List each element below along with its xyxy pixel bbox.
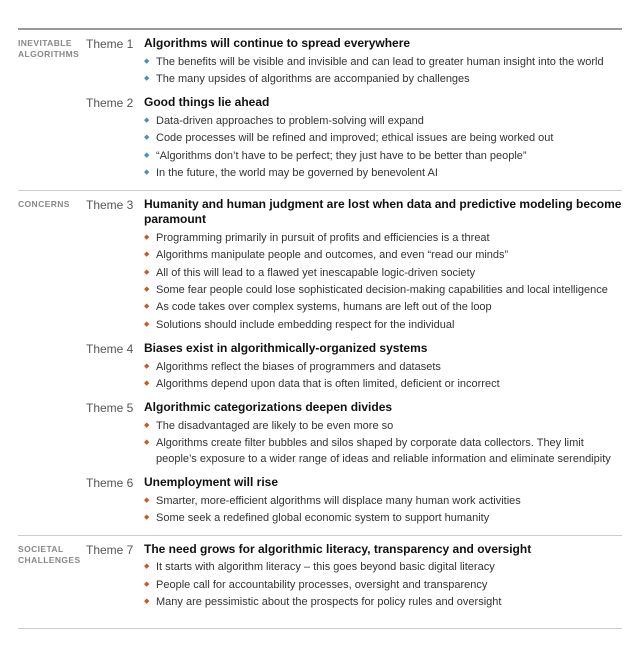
section-label: CONCERNS [18,197,86,529]
bullet-list: ◆It starts with algorithm literacy – thi… [144,560,622,610]
theme-row: Theme 6Unemployment will rise ◆Smarter, m… [86,469,622,528]
list-item: ◆Smarter, more-efficient algorithms will… [144,494,622,509]
bullet-icon: ◆ [144,513,149,523]
list-item: ◆Code processes will be refined and impr… [144,131,622,146]
theme-row: Theme 4Biases exist in algorithmically-o… [86,335,622,394]
theme-title: Good things lie ahead [144,95,622,111]
theme-label: Theme 2 [86,95,144,183]
bullet-icon: ◆ [144,57,149,67]
theme-row: Theme 2Good things lie ahead ◆Data-driven… [86,89,622,183]
bullet-icon: ◆ [144,151,149,161]
bullet-icon: ◆ [144,597,149,607]
bullet-icon: ◆ [144,133,149,143]
section-group: INEVITABLE ALGORITHMSTheme 1Algorithms w… [18,30,622,191]
theme-title: Unemployment will rise [144,475,622,491]
theme-content: Good things lie ahead ◆Data-driven approa… [144,95,622,183]
list-item: ◆Solutions should include embedding resp… [144,318,622,333]
section-themes: Theme 7The need grows for algorithmic li… [86,542,622,613]
bullet-icon: ◆ [144,379,149,389]
list-item: ◆As code takes over complex systems, hum… [144,300,622,315]
theme-content: The need grows for algorithmic literacy,… [144,542,622,613]
list-item: ◆Algorithms create filter bubbles and si… [144,436,622,467]
list-item: ◆Data-driven approaches to problem-solvi… [144,114,622,129]
wrapper: INEVITABLE ALGORITHMSTheme 1Algorithms w… [18,28,622,618]
bullet-icon: ◆ [144,496,149,506]
list-item: ◆It starts with algorithm literacy – thi… [144,560,622,575]
bullet-icon: ◆ [144,580,149,590]
section-themes: Theme 1Algorithms will continue to sprea… [86,36,622,184]
list-item: ◆All of this will lead to a flawed yet i… [144,266,622,281]
list-item: ◆Programming primarily in pursuit of pro… [144,231,622,246]
bullet-icon: ◆ [144,562,149,572]
bullet-icon: ◆ [144,302,149,312]
bullet-icon: ◆ [144,438,149,448]
theme-title: Algorithms will continue to spread every… [144,36,622,52]
theme-label: Theme 1 [86,36,144,89]
theme-title: Algorithmic categorizations deepen divid… [144,400,622,416]
list-item: ◆Some seek a redefined global economic s… [144,511,622,526]
theme-row: Theme 5Algorithmic categorizations deepe… [86,394,622,469]
bullet-icon: ◆ [144,74,149,84]
bullet-icon: ◆ [144,285,149,295]
bullet-icon: ◆ [144,250,149,260]
bullet-icon: ◆ [144,168,149,178]
theme-row: Theme 3Humanity and human judgment are l… [86,197,622,336]
list-item: ◆“Algorithms don’t have to be perfect; t… [144,149,622,164]
theme-title: Biases exist in algorithmically-organize… [144,341,622,357]
theme-title: Humanity and human judgment are lost whe… [144,197,622,228]
list-item: ◆Algorithms manipulate people and outcom… [144,248,622,263]
bullet-list: ◆Programming primarily in pursuit of pro… [144,231,622,333]
theme-content: Algorithmic categorizations deepen divid… [144,400,622,469]
bullet-list: ◆The benefits will be visible and invisi… [144,55,622,88]
bullet-icon: ◆ [144,421,149,431]
theme-label: Theme 3 [86,197,144,336]
section-themes: Theme 3Humanity and human judgment are l… [86,197,622,529]
bullet-icon: ◆ [144,268,149,278]
list-item: ◆Some fear people could lose sophisticat… [144,283,622,298]
page-container: INEVITABLE ALGORITHMSTheme 1Algorithms w… [0,0,640,647]
list-item: ◆Algorithms reflect the biases of progra… [144,360,622,375]
theme-content: Unemployment will rise ◆Smarter, more-eff… [144,475,622,528]
list-item: ◆The many upsides of algorithms are acco… [144,72,622,87]
list-item: ◆In the future, the world may be governe… [144,166,622,181]
footer-label [18,628,622,635]
theme-label: Theme 4 [86,341,144,394]
theme-title: The need grows for algorithmic literacy,… [144,542,622,558]
theme-content: Biases exist in algorithmically-organize… [144,341,622,394]
bullet-list: ◆The disadvantaged are likely to be even… [144,419,622,467]
theme-label: Theme 6 [86,475,144,528]
bullet-list: ◆Algorithms reflect the biases of progra… [144,360,622,393]
theme-label: Theme 7 [86,542,144,613]
theme-row: Theme 1Algorithms will continue to sprea… [86,36,622,89]
list-item: ◆Many are pessimistic about the prospect… [144,595,622,610]
section-group: CONCERNSTheme 3Humanity and human judgme… [18,191,622,536]
theme-content: Algorithms will continue to spread every… [144,36,622,89]
theme-content: Humanity and human judgment are lost whe… [144,197,622,336]
section-group: SOCIETAL CHALLENGESTheme 7The need grows… [18,536,622,619]
bullet-icon: ◆ [144,116,149,126]
section-label: INEVITABLE ALGORITHMS [18,36,86,184]
section-label: SOCIETAL CHALLENGES [18,542,86,613]
theme-label: Theme 5 [86,400,144,469]
bullet-list: ◆Data-driven approaches to problem-solvi… [144,114,622,182]
list-item: ◆The benefits will be visible and invisi… [144,55,622,70]
list-item: ◆People call for accountability processe… [144,578,622,593]
bullet-icon: ◆ [144,362,149,372]
bullet-icon: ◆ [144,233,149,243]
list-item: ◆The disadvantaged are likely to be even… [144,419,622,434]
bullet-list: ◆Smarter, more-efficient algorithms will… [144,494,622,527]
theme-row: Theme 7The need grows for algorithmic li… [86,542,622,613]
list-item: ◆Algorithms depend upon data that is oft… [144,377,622,392]
bullet-icon: ◆ [144,320,149,330]
